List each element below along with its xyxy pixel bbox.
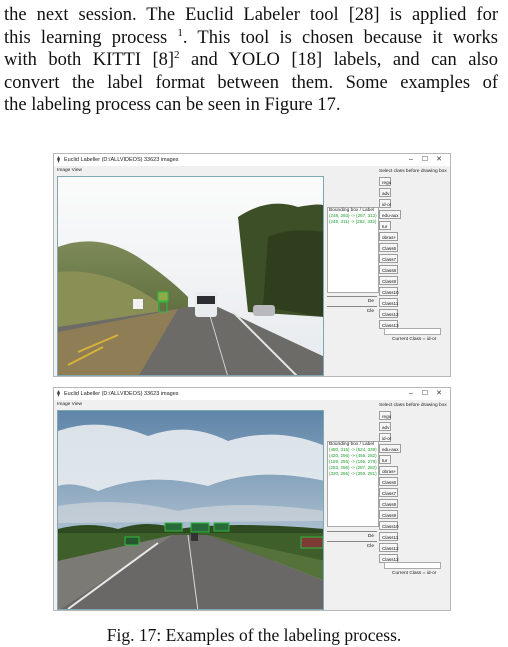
class-button[interactable]: Class8 — [379, 265, 398, 274]
figure-caption: Fig. 17: Examples of the labeling proces… — [106, 625, 402, 645]
class-button[interactable]: regu — [379, 177, 391, 186]
class-button[interactable]: edu-aux — [379, 210, 401, 219]
paragraph-line-4: convert the label format between them. S… — [4, 72, 498, 93]
minimize-icon[interactable]: – — [404, 154, 418, 166]
image-view-label: Image View — [57, 168, 82, 173]
class-button-column: regu adv id-or edu-aux tur obras+ Class6… — [379, 411, 401, 565]
class-button[interactable]: Class7 — [379, 488, 398, 497]
class-button[interactable]: obras+ — [379, 232, 398, 241]
window-title: Euclid Labeller (D:/ALLVIDEOS) 33623 ima… — [64, 157, 179, 163]
paragraph-line-3: with both KITTI [8]2 and YOLO [18] label… — [4, 49, 498, 72]
image-canvas[interactable] — [57, 410, 324, 610]
class-button[interactable]: edu-aux — [379, 444, 401, 453]
window-title: Euclid Labeller (D:/ALLVIDEOS) 33623 ima… — [64, 391, 179, 397]
delete-button[interactable]: De — [327, 296, 377, 305]
labeler-window-2: Euclid Labeller (D:/ALLVIDEOS) 33623 ima… — [53, 387, 451, 611]
class-button[interactable]: Class11 — [379, 298, 398, 307]
class-button[interactable]: Class10 — [379, 521, 399, 530]
bbox-listbox[interactable]: Bounding box / Label (480, 315) -> (524,… — [327, 441, 379, 527]
paragraph-line-2: this learning process 1. This tool is ch… — [4, 27, 498, 50]
class-button[interactable]: regu — [379, 411, 391, 420]
paragraph-line-3-b: and YOLO [18] labels, and can also — [179, 50, 499, 70]
feather-icon — [57, 156, 60, 163]
class-button[interactable]: Class6 — [379, 477, 398, 486]
current-class-input[interactable] — [384, 328, 441, 335]
paragraph-line-2-a: this learning process — [4, 27, 178, 48]
body-paragraph: the next session. The Euclid Labeler too… — [4, 4, 498, 117]
current-class-label: Current Class = id-or — [392, 337, 437, 342]
close-icon[interactable]: ✕ — [432, 388, 446, 400]
image-canvas[interactable] — [57, 176, 324, 376]
class-button[interactable]: Class9 — [379, 276, 398, 285]
class-button[interactable]: tur — [379, 455, 391, 464]
class-button[interactable]: id-or — [379, 433, 391, 442]
highway-scene-image — [58, 411, 323, 609]
class-button[interactable]: adv — [379, 188, 391, 197]
paragraph-line-2-b: . This tool is chosen because it works — [182, 27, 499, 48]
select-class-label: Select class before drawing box — [379, 403, 447, 408]
minimize-icon[interactable]: – — [404, 388, 418, 400]
select-class-label: Select class before drawing box — [379, 169, 447, 174]
class-button[interactable]: Class12 — [379, 309, 399, 318]
feather-icon — [57, 390, 60, 397]
bbox-entry[interactable]: (320, 256) -> (350, 281) — [328, 471, 378, 477]
bbox-entry[interactable]: (248, 311) -> (262, 332) — [328, 219, 378, 225]
class-button[interactable]: Class9 — [379, 510, 398, 519]
class-button[interactable]: id-or — [379, 199, 391, 208]
maximize-icon[interactable]: ☐ — [418, 388, 432, 400]
class-button[interactable]: Class12 — [379, 543, 399, 552]
class-button[interactable]: Class7 — [379, 254, 398, 263]
window-controls: – ☐ ✕ — [404, 388, 446, 400]
maximize-icon[interactable]: ☐ — [418, 154, 432, 166]
paragraph-line-1: the next session. The Euclid Labeler too… — [4, 5, 498, 25]
road-scene-image — [58, 177, 323, 375]
class-button[interactable]: obras+ — [379, 466, 398, 475]
class-button[interactable]: Class6 — [379, 243, 398, 252]
close-icon[interactable]: ✕ — [432, 154, 446, 166]
delete-button[interactable]: De — [327, 531, 377, 540]
class-button-column: regu adv id-or edu-aux tur obras+ Class6… — [379, 177, 401, 331]
class-button[interactable]: adv — [379, 422, 391, 431]
window-titlebar: Euclid Labeller (D:/ALLVIDEOS) 33623 ima… — [54, 154, 450, 166]
class-button[interactable]: tur — [379, 221, 391, 230]
paragraph-line-3-a: with both KITTI [8] — [4, 50, 175, 70]
image-view-label: Image View — [57, 402, 82, 407]
labeler-window-1: Euclid Labeller (D:/ALLVIDEOS) 33623 ima… — [53, 153, 451, 377]
paragraph-line-5: the labeling process can be seen in Figu… — [4, 95, 341, 115]
clear-button[interactable]: Cle — [327, 541, 377, 550]
window-controls: – ☐ ✕ — [404, 154, 446, 166]
window-titlebar: Euclid Labeller (D:/ALLVIDEOS) 33623 ima… — [54, 388, 450, 400]
class-button[interactable]: Class10 — [379, 287, 399, 296]
bbox-listbox[interactable]: Bounding box / Label (248, 293) -> (267,… — [327, 207, 379, 293]
current-class-label: Current Class = id-or — [392, 571, 437, 576]
class-button[interactable]: Class11 — [379, 532, 398, 541]
current-class-input[interactable] — [384, 562, 441, 569]
class-button[interactable]: Class8 — [379, 499, 398, 508]
clear-button[interactable]: Cle — [327, 306, 377, 315]
